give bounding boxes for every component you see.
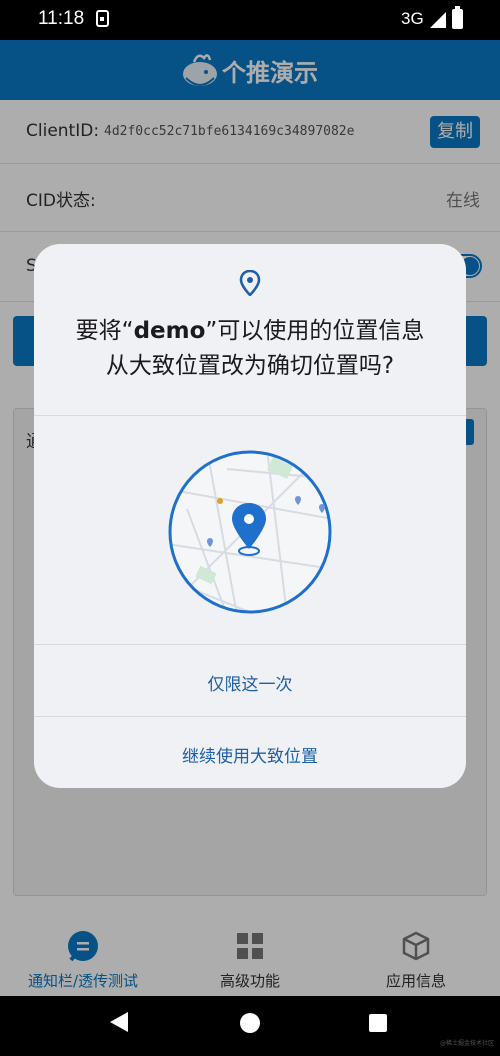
- watermark: @稀土掘金技术社区: [439, 1040, 494, 1047]
- system-navigation-bar: @稀土掘金技术社区: [0, 996, 500, 1056]
- dialog-title-line1: 要将“demo”可以使用的位置信息: [34, 314, 466, 349]
- battery-icon: [452, 6, 463, 29]
- status-bar: 11:18 3G: [0, 0, 500, 40]
- dialog-title: 要将“demo”可以使用的位置信息 从大致位置改为确切位置吗?: [34, 314, 466, 384]
- recent-apps-icon[interactable]: [369, 1014, 387, 1032]
- location-pin-icon: [239, 270, 261, 296]
- only-this-time-button[interactable]: 仅限这一次: [34, 670, 466, 695]
- dialog-title-line2: 从大致位置改为确切位置吗?: [105, 353, 395, 379]
- precise-location-map-icon: [168, 450, 332, 614]
- back-icon[interactable]: [110, 1012, 128, 1032]
- divider: [34, 644, 466, 645]
- divider: [34, 716, 466, 717]
- home-icon[interactable]: [240, 1013, 260, 1033]
- sim-icon: [96, 10, 109, 27]
- signal-icon: [430, 12, 446, 28]
- divider: [34, 415, 466, 416]
- title-suffix: ”可以使用的位置信息: [205, 318, 425, 344]
- network-type: 3G: [401, 9, 424, 28]
- phone-screen: 11:18 3G 个推演示 ClientID: 4d2f0cc52c71bfe6…: [0, 0, 500, 1056]
- title-prefix: 要将“: [75, 318, 134, 344]
- app-name: demo: [133, 318, 206, 344]
- keep-approximate-location-button[interactable]: 继续使用大致位置: [34, 742, 466, 767]
- location-permission-dialog: 要将“demo”可以使用的位置信息 从大致位置改为确切位置吗? 仅限这一次 继续…: [34, 244, 466, 788]
- status-time: 11:18: [38, 8, 85, 29]
